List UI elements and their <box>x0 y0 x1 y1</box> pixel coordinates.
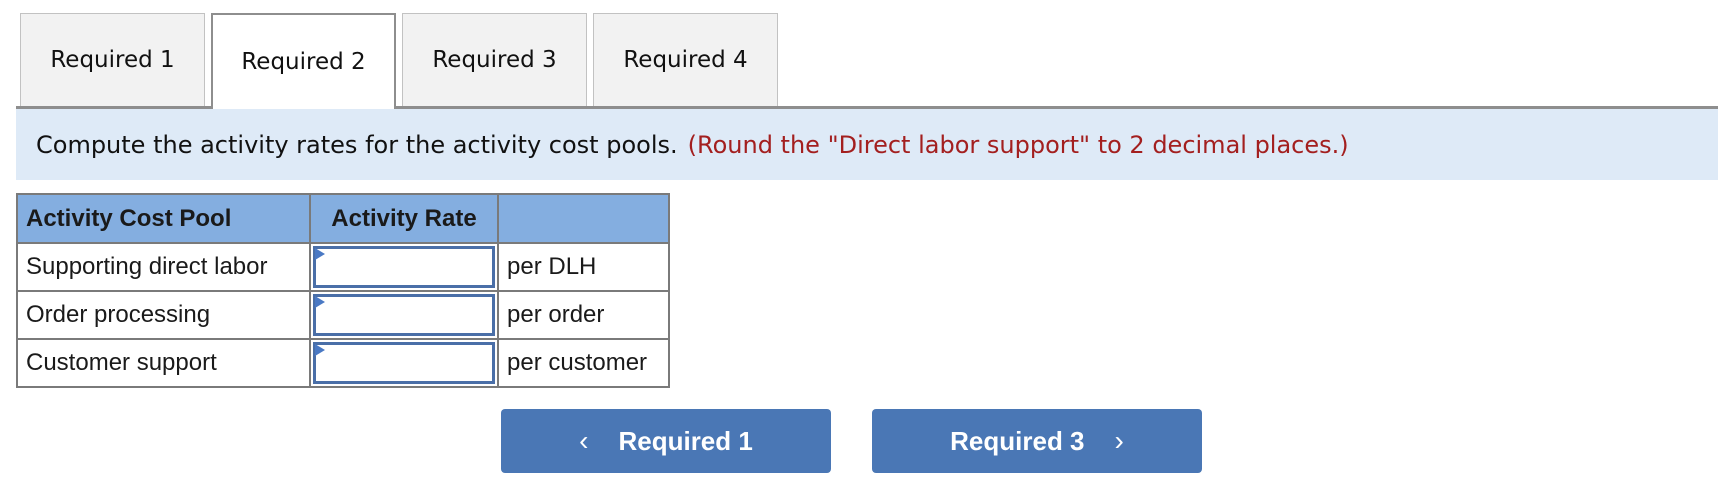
tab-required-3[interactable]: Required 3 <box>402 13 587 106</box>
next-button-label: Required 3 <box>950 425 1085 456</box>
input-flag-icon <box>315 248 325 260</box>
chevron-right-icon: › <box>1114 425 1124 456</box>
rate-unit: per order <box>497 290 670 340</box>
activity-rates-table: Activity Cost Pool Activity Rate Support… <box>16 193 670 388</box>
instruction-banner: Compute the activity rates for the activ… <box>16 106 1718 180</box>
rate-input-customer-support[interactable] <box>313 342 495 384</box>
rate-cell <box>309 338 499 388</box>
tab-bar: Required 1 Required 2 Required 3 Require… <box>20 13 778 109</box>
table-header-row: Activity Cost Pool Activity Rate <box>16 193 670 244</box>
prev-required-1-button[interactable]: ‹ Required 1 <box>501 409 831 473</box>
rate-input-supporting-direct-labor[interactable] <box>313 246 495 288</box>
rate-cell <box>309 290 499 340</box>
input-flag-icon <box>315 296 325 308</box>
next-required-3-button[interactable]: Required 3 › <box>872 409 1202 473</box>
table-row: Customer support per customer <box>16 338 670 388</box>
prev-button-label: Required 1 <box>618 425 753 456</box>
table-row: Supporting direct labor per DLH <box>16 242 670 292</box>
header-unit <box>497 193 670 244</box>
rate-unit: per DLH <box>497 242 670 292</box>
chevron-left-icon: ‹ <box>579 425 589 456</box>
input-flag-icon <box>315 344 325 356</box>
tab-required-1[interactable]: Required 1 <box>20 13 205 106</box>
header-activity-cost-pool: Activity Cost Pool <box>16 193 311 244</box>
pool-name: Customer support <box>16 338 311 388</box>
rate-unit: per customer <box>497 338 670 388</box>
rate-input-order-processing[interactable] <box>313 294 495 336</box>
rounding-hint: (Round the "Direct labor support" to 2 d… <box>687 130 1349 159</box>
rate-cell <box>309 242 499 292</box>
header-activity-rate: Activity Rate <box>309 193 499 244</box>
table-row: Order processing per order <box>16 290 670 340</box>
tab-required-4[interactable]: Required 4 <box>593 13 778 106</box>
instruction-text: Compute the activity rates for the activ… <box>36 130 678 159</box>
pool-name: Order processing <box>16 290 311 340</box>
pool-name: Supporting direct labor <box>16 242 311 292</box>
tab-required-2[interactable]: Required 2 <box>211 13 396 109</box>
